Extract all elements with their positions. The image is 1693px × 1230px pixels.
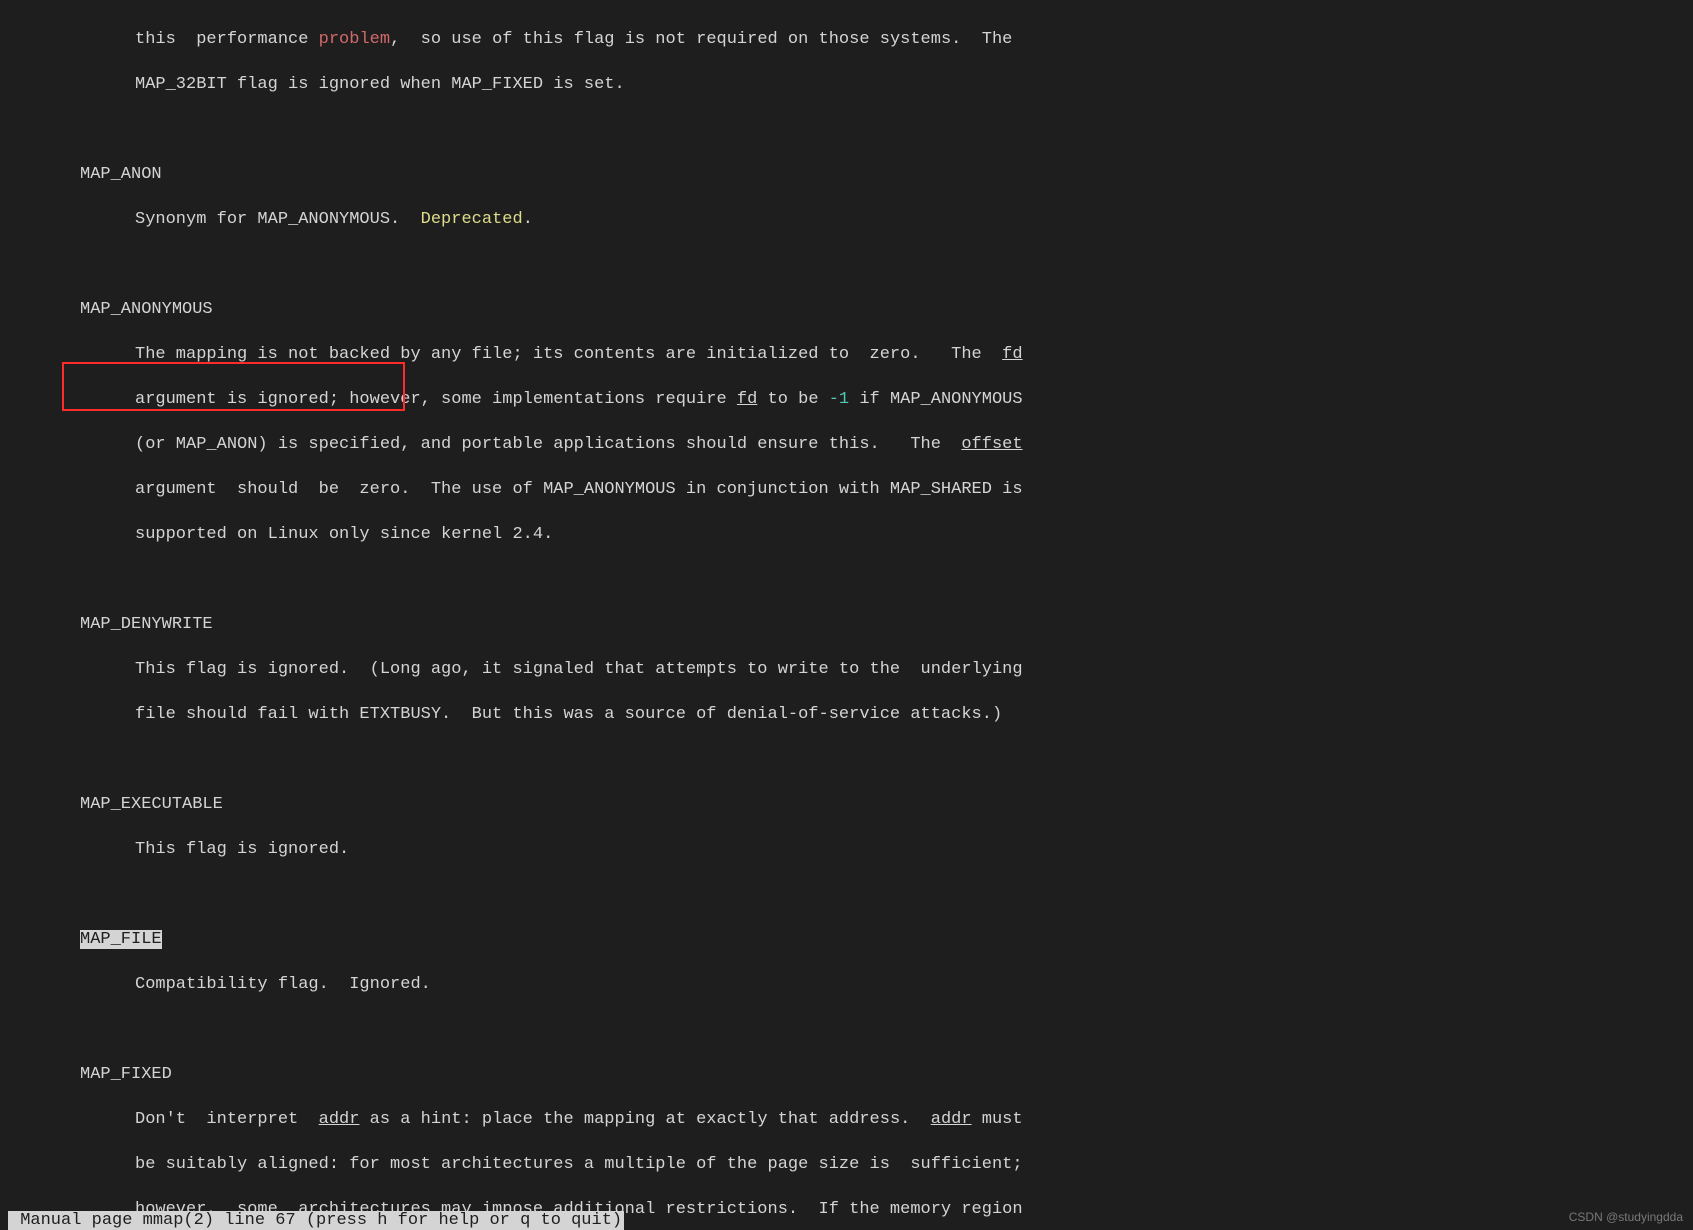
text-line: argument is ignored; however, some imple… bbox=[0, 389, 1294, 412]
text-line: argument should be zero. The use of MAP_… bbox=[0, 479, 1294, 502]
less-status-bar: Manual page mmap(2) line 67 (press h for… bbox=[8, 1211, 624, 1230]
text-line: supported on Linux only since kernel 2.4… bbox=[0, 524, 1294, 547]
blank-line bbox=[0, 1019, 1294, 1042]
flag-header-map-anonymous: MAP_ANONYMOUS bbox=[0, 299, 1294, 322]
flag-header-map-file: MAP_FILE bbox=[0, 929, 1294, 952]
text-line: Synonym for MAP_ANONYMOUS. Deprecated. bbox=[0, 209, 1294, 232]
text-line: be suitably aligned: for most architectu… bbox=[0, 1154, 1294, 1177]
blank-line bbox=[0, 884, 1294, 907]
flag-header-map-denywrite: MAP_DENYWRITE bbox=[0, 614, 1294, 637]
blank-line bbox=[0, 749, 1294, 772]
flag-header-map-executable: MAP_EXECUTABLE bbox=[0, 794, 1294, 817]
watermark-text: CSDN @studyingdda bbox=[1569, 1210, 1683, 1224]
text-line: The mapping is not backed by any file; i… bbox=[0, 344, 1294, 367]
highlighted-flag: MAP_FILE bbox=[80, 930, 162, 949]
text-line: this performance problem, so use of this… bbox=[0, 29, 1294, 52]
blank-line bbox=[0, 254, 1294, 277]
flag-header-map-anon: MAP_ANON bbox=[0, 164, 1294, 187]
text-line: This flag is ignored. (Long ago, it sign… bbox=[0, 659, 1294, 682]
text-line: file should fail with ETXTBUSY. But this… bbox=[0, 704, 1294, 727]
text-line: This flag is ignored. bbox=[0, 839, 1294, 862]
flag-header-map-fixed: MAP_FIXED bbox=[0, 1064, 1294, 1087]
text-line: Don't interpret addr as a hint: place th… bbox=[0, 1109, 1294, 1132]
manpage-content[interactable]: this performance problem, so use of this… bbox=[0, 0, 1294, 1230]
text-line: MAP_32BIT flag is ignored when MAP_FIXED… bbox=[0, 74, 1294, 97]
text-line: (or MAP_ANON) is specified, and portable… bbox=[0, 434, 1294, 457]
text-line: Compatibility flag. Ignored. bbox=[0, 974, 1294, 997]
blank-line bbox=[0, 569, 1294, 592]
blank-line bbox=[0, 119, 1294, 142]
